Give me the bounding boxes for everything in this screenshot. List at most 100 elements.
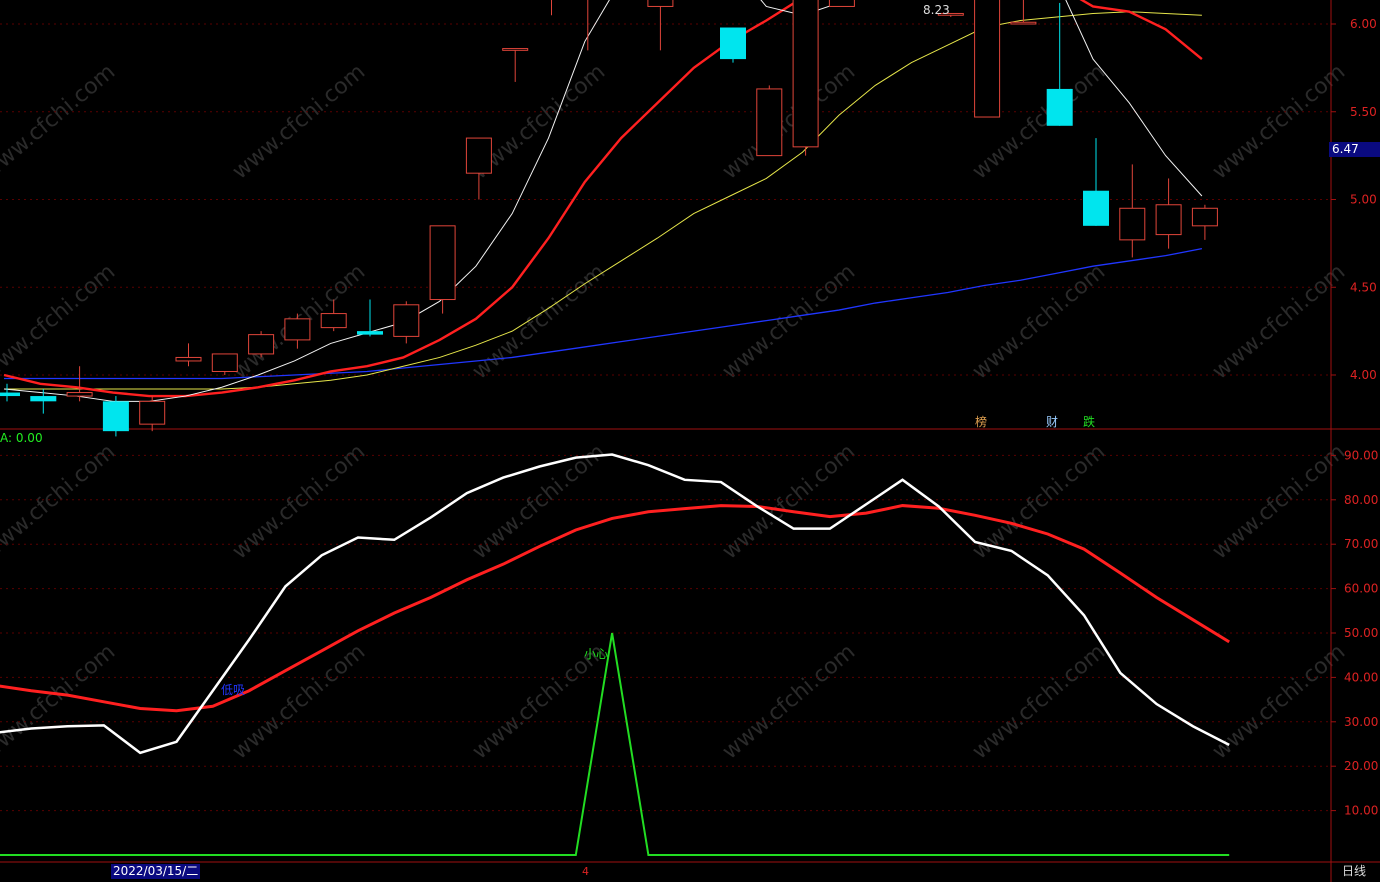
candle[interactable]	[1119, 164, 1146, 258]
watermark-text: www.cfchi.com	[718, 639, 860, 764]
candle-body	[66, 392, 93, 397]
candle-body	[248, 334, 275, 355]
die-marker: 跌	[1083, 414, 1095, 429]
watermark-text: www.cfchi.com	[1208, 259, 1350, 384]
watermark-text: www.cfchi.com	[968, 639, 1110, 764]
candle-body	[357, 331, 383, 335]
oscillator-panel[interactable]	[0, 453, 1230, 856]
signal-line	[0, 632, 1230, 856]
candle-body	[284, 318, 311, 341]
watermark-text: www.cfchi.com	[718, 259, 860, 384]
current-price-tag: 6.47	[1329, 142, 1380, 157]
osc-tick-label: 10.00	[1344, 804, 1378, 818]
candle[interactable]	[211, 353, 238, 375]
osc-tick-label: 90.00	[1344, 448, 1378, 462]
candle[interactable]	[357, 299, 383, 337]
candle-body	[393, 304, 420, 337]
osc-tick-label: 50.00	[1344, 626, 1378, 640]
period-tab[interactable]: 日线	[1342, 864, 1366, 879]
high-price-label: 8.23	[923, 3, 950, 17]
candle-body	[465, 137, 492, 174]
candle[interactable]	[1010, 0, 1037, 25]
candle[interactable]	[1083, 138, 1109, 226]
candle-body	[0, 392, 20, 397]
candle-body	[429, 225, 456, 301]
watermark-text: www.cfchi.com	[228, 639, 370, 764]
watermark-text: www.cfchi.com	[968, 259, 1110, 384]
watermark-text: www.cfchi.com	[228, 59, 370, 184]
candle[interactable]	[66, 366, 93, 402]
candle[interactable]	[539, 0, 564, 16]
candle-body	[1010, 21, 1037, 25]
candle[interactable]	[0, 383, 20, 402]
watermark-text: www.cfchi.com	[1208, 439, 1350, 564]
candle-body	[1046, 88, 1073, 126]
candle-body	[720, 27, 746, 60]
price-tick-label: 6.00	[1350, 17, 1377, 31]
cai-marker: 财	[1046, 415, 1058, 429]
price-tick-label: 4.50	[1350, 280, 1377, 294]
cursor-number: 4	[582, 865, 589, 878]
osc-tick-label: 40.00	[1344, 670, 1378, 684]
candle-body	[102, 401, 129, 432]
candle-body	[1155, 204, 1182, 236]
candle-body	[139, 400, 166, 425]
osc-tick-label: 30.00	[1344, 715, 1378, 729]
candle-body	[175, 356, 202, 362]
candle[interactable]	[1155, 178, 1182, 249]
watermark-layer: www.cfchi.com www.cfchi.com www.cfchi.com w…	[0, 59, 1350, 764]
price-tick-label: 5.00	[1350, 193, 1377, 207]
candle[interactable]	[465, 137, 492, 200]
candle[interactable]	[1191, 204, 1218, 240]
candle-body	[828, 0, 855, 7]
watermark-text: www.cfchi.com	[0, 259, 120, 384]
candle[interactable]	[647, 0, 674, 51]
candle-body	[502, 48, 529, 51]
candle-body	[792, 0, 819, 148]
candle[interactable]	[248, 331, 275, 358]
candle[interactable]	[1046, 2, 1073, 126]
low-signal-label: 低吸	[221, 683, 245, 697]
osc-tick-label: 80.00	[1344, 493, 1378, 507]
watermark-text: www.cfchi.com	[718, 59, 860, 184]
candle-body	[1191, 207, 1218, 227]
osc-tick-label: 60.00	[1344, 582, 1378, 596]
candle[interactable]	[575, 0, 600, 51]
candle[interactable]	[720, 27, 746, 63]
grid-lines	[0, 0, 1380, 882]
stock-chart[interactable]: www.cfchi.com www.cfchi.com www.cfchi.com w…	[0, 0, 1380, 882]
candle[interactable]	[175, 343, 202, 367]
candle-body	[647, 0, 674, 7]
watermark-text: www.cfchi.com	[0, 439, 120, 564]
watermark-text: www.cfchi.com	[0, 59, 120, 184]
candle[interactable]	[429, 225, 456, 314]
price-tick-label: 5.50	[1350, 105, 1377, 119]
value-axis: 4.004.505.005.506.006.507.007.508.0010.0…	[1331, 17, 1378, 818]
candle[interactable]	[393, 301, 420, 344]
candle[interactable]	[974, 0, 1001, 118]
candle[interactable]	[502, 48, 529, 82]
watermark-text: www.cfchi.com	[1208, 59, 1350, 184]
osc-tick-label: 70.00	[1344, 537, 1378, 551]
bang-marker: 榜	[975, 414, 987, 429]
candle[interactable]	[139, 396, 166, 432]
watermark-text: www.cfchi.com	[1208, 639, 1350, 764]
candle-body	[1119, 207, 1146, 241]
candle-body	[756, 88, 783, 157]
candle[interactable]	[102, 396, 129, 437]
watermark-text: www.cfchi.com	[468, 259, 610, 384]
candle[interactable]	[756, 85, 783, 157]
caution-signal-label: 小心	[584, 647, 608, 661]
watermark-text: www.cfchi.com	[228, 439, 370, 564]
candle-body	[30, 396, 57, 402]
candle-body	[320, 313, 347, 329]
candle-body	[1083, 190, 1109, 226]
candle-body	[211, 353, 238, 372]
price-tick-label: 4.00	[1350, 368, 1377, 382]
candle[interactable]	[828, 0, 855, 7]
candle[interactable]	[792, 0, 819, 156]
candle[interactable]	[30, 389, 57, 414]
osc-tick-label: 20.00	[1344, 759, 1378, 773]
indicator-label: A: 0.00	[0, 431, 43, 445]
price-panel[interactable]	[0, 0, 1218, 437]
